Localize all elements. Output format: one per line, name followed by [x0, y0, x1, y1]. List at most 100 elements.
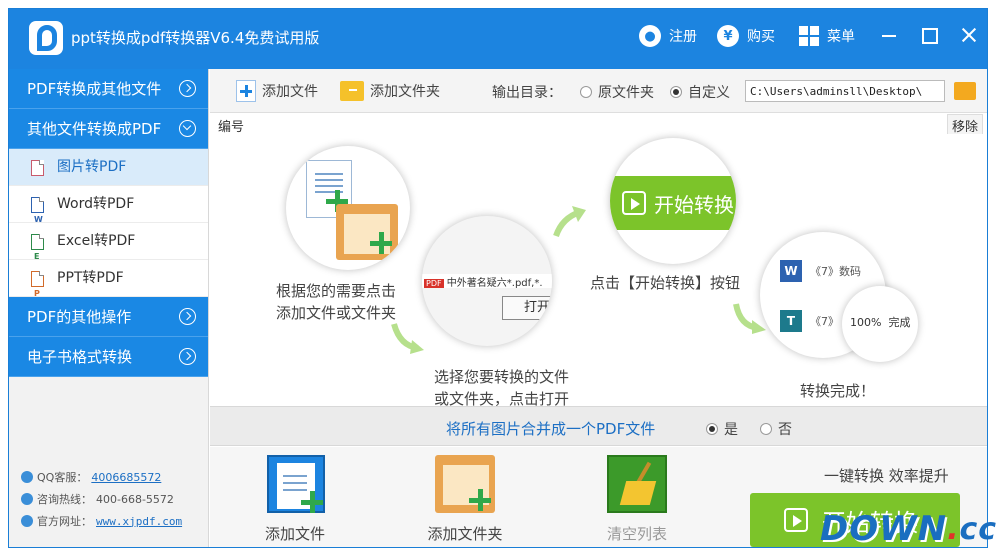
- guide-step3-text: 点击【开始转换】按钮: [590, 274, 741, 292]
- buy-label: 购买: [747, 29, 775, 45]
- broom-icon: [607, 455, 667, 515]
- add-folder-button-label: 添加文件夹: [427, 525, 503, 543]
- guide-bubble-select: PDF 中外著名疑六*.pdf,*. 打开: [422, 216, 552, 346]
- toolbar-add-folder-button[interactable]: 添加文件夹: [340, 79, 440, 103]
- word-icon: W: [780, 260, 802, 282]
- yen-icon: ¥: [717, 25, 739, 47]
- menu-label: 菜单: [827, 29, 855, 45]
- menu-button[interactable]: 菜单: [799, 23, 855, 49]
- radio-custom-folder[interactable]: 自定义: [670, 82, 730, 102]
- radio-dot: [760, 423, 772, 435]
- toolbar-add-file-button[interactable]: 添加文件: [236, 79, 318, 103]
- play-icon: [622, 191, 646, 215]
- radio-original-folder[interactable]: 原文件夹: [580, 82, 654, 102]
- app-title: ppt转换成pdf转换器V6.4免费试用版: [71, 29, 320, 47]
- sidebar-item-word-to-pdf[interactable]: W Word转PDF: [9, 186, 208, 224]
- guide-bubble-add: [286, 146, 410, 270]
- minimize-button[interactable]: [879, 25, 899, 45]
- nav-section-pdf-to-other[interactable]: PDF转换成其他文件: [9, 69, 208, 109]
- column-number: 编号: [218, 120, 245, 135]
- clear-list-button[interactable]: 清空列表: [582, 455, 692, 544]
- add-file-label: 添加文件: [262, 84, 318, 100]
- register-button[interactable]: ● 注册: [639, 23, 697, 49]
- chevron-down-icon: [179, 120, 196, 137]
- sidebar-item-label: PPT转PDF: [57, 270, 124, 286]
- ie-icon: [21, 515, 33, 527]
- phone-contact: 咨询热线： 400-668-5572: [21, 491, 174, 507]
- file-list-header: 编号 移除: [210, 114, 987, 137]
- sidebar-item-excel-to-pdf[interactable]: E Excel转PDF: [9, 223, 208, 261]
- green-arrow-icon: [553, 206, 586, 238]
- radio-dot: [706, 423, 718, 435]
- add-folder-icon: [340, 81, 364, 101]
- add-folder-label: 添加文件夹: [370, 84, 440, 100]
- chevron-right-icon: [179, 80, 196, 97]
- nav-section-label: 电子书格式转换: [27, 348, 133, 366]
- sidebar-item-image-to-pdf[interactable]: 图片转PDF: [9, 149, 208, 186]
- add-file-large-icon: [265, 455, 325, 515]
- sidebar-item-ppt-to-pdf[interactable]: P PPT转PDF: [9, 260, 208, 298]
- excel-file-icon: E: [31, 234, 44, 261]
- add-folder-large-icon: [435, 455, 495, 515]
- app-logo: [29, 21, 63, 55]
- guide-step1-text: 根据您的需要点击 添加文件或文件夹: [276, 282, 397, 322]
- green-arrow-icon: [391, 323, 424, 354]
- nav-section-ebook-convert[interactable]: 电子书格式转换: [9, 337, 208, 377]
- sidebar: PDF转换成其他文件 其他文件转换成PDF 图片转PDF W Word转PDF …: [9, 69, 209, 547]
- user-icon: ●: [639, 25, 661, 47]
- slogan-text: 一键转换 效率提升: [824, 467, 949, 485]
- qq-link[interactable]: 4006685572: [91, 471, 161, 484]
- site-watermark-logo: DOWN. cc: [820, 509, 996, 549]
- radio-merge-no[interactable]: 否: [760, 419, 792, 439]
- close-button[interactable]: [959, 25, 979, 45]
- chevron-right-icon: [179, 348, 196, 365]
- file-name-row: PDF 中外著名疑六*.pdf,*.: [422, 274, 552, 289]
- clear-list-button-label: 清空列表: [606, 525, 667, 543]
- title-bar: ppt转换成pdf转换器V6.4免费试用版 ● 注册 ¥ 购买 菜单: [9, 9, 987, 69]
- open-button-preview: 打开: [502, 296, 552, 320]
- radio-dot: [670, 86, 682, 98]
- guide-area: 根据您的需要点击 添加文件或文件夹 PDF 中外著名疑六*.pdf,*. 打开 选…: [210, 134, 987, 408]
- word-file-icon: W: [31, 197, 44, 224]
- add-folder-button[interactable]: 添加文件夹: [410, 455, 520, 544]
- register-label: 注册: [669, 29, 697, 45]
- play-icon: [784, 508, 808, 532]
- sidebar-item-label: Word转PDF: [57, 196, 135, 212]
- output-path-input[interactable]: [745, 80, 945, 102]
- qq-icon: [21, 471, 33, 483]
- image-file-icon: [31, 160, 44, 176]
- website-link[interactable]: www.xjpdf.com: [96, 515, 182, 528]
- nav-section-label: PDF转换成其他文件: [27, 80, 162, 98]
- nav-section-pdf-other-ops[interactable]: PDF的其他操作: [9, 297, 208, 337]
- toolbar: 添加文件 添加文件夹 输出目录： 原文件夹 自定义: [210, 69, 987, 113]
- nav-section-other-to-pdf[interactable]: 其他文件转换成PDF: [9, 109, 208, 149]
- website-contact: 官方网址： www.xjpdf.com: [21, 513, 182, 529]
- ppt-file-icon: P: [31, 271, 44, 298]
- person-icon: [21, 493, 33, 505]
- sidebar-item-label: Excel转PDF: [57, 233, 136, 249]
- grid-menu-icon: [799, 26, 819, 46]
- guide-step2-text: 选择您要转换的文件 或文件夹，点击打开: [434, 368, 570, 408]
- guide-step4-text: 转换完成！: [800, 382, 876, 400]
- qq-contact: QQ客服： 4006685572: [21, 469, 161, 485]
- browse-folder-icon[interactable]: [954, 82, 976, 100]
- output-dir-label: 输出目录：: [492, 85, 562, 101]
- radio-dot: [580, 86, 592, 98]
- nav-section-label: 其他文件转换成PDF: [27, 120, 162, 138]
- sidebar-item-label: 图片转PDF: [57, 159, 127, 175]
- guide-bubble-start: 开始转换: [610, 138, 736, 264]
- app-window: ppt转换成pdf转换器V6.4免费试用版 ● 注册 ¥ 购买 菜单 PDF转换…: [8, 8, 988, 548]
- phone-number: 400-668-5572: [96, 492, 174, 506]
- maximize-button[interactable]: [919, 25, 939, 45]
- add-file-button-label: 添加文件: [264, 525, 325, 543]
- start-convert-preview: 开始转换: [610, 176, 736, 230]
- buy-button[interactable]: ¥ 购买: [717, 23, 775, 49]
- add-file-icon: [236, 80, 256, 102]
- progress-bubble: 100% 完成: [842, 286, 918, 362]
- plus-icon: [370, 232, 392, 254]
- merge-option-bar: 将所有图片合并成一个PDF文件 是 否: [210, 406, 987, 446]
- add-file-button[interactable]: 添加文件: [240, 455, 350, 544]
- chevron-right-icon: [179, 308, 196, 325]
- radio-merge-yes[interactable]: 是: [706, 419, 738, 439]
- document-t-icon: T: [780, 310, 802, 332]
